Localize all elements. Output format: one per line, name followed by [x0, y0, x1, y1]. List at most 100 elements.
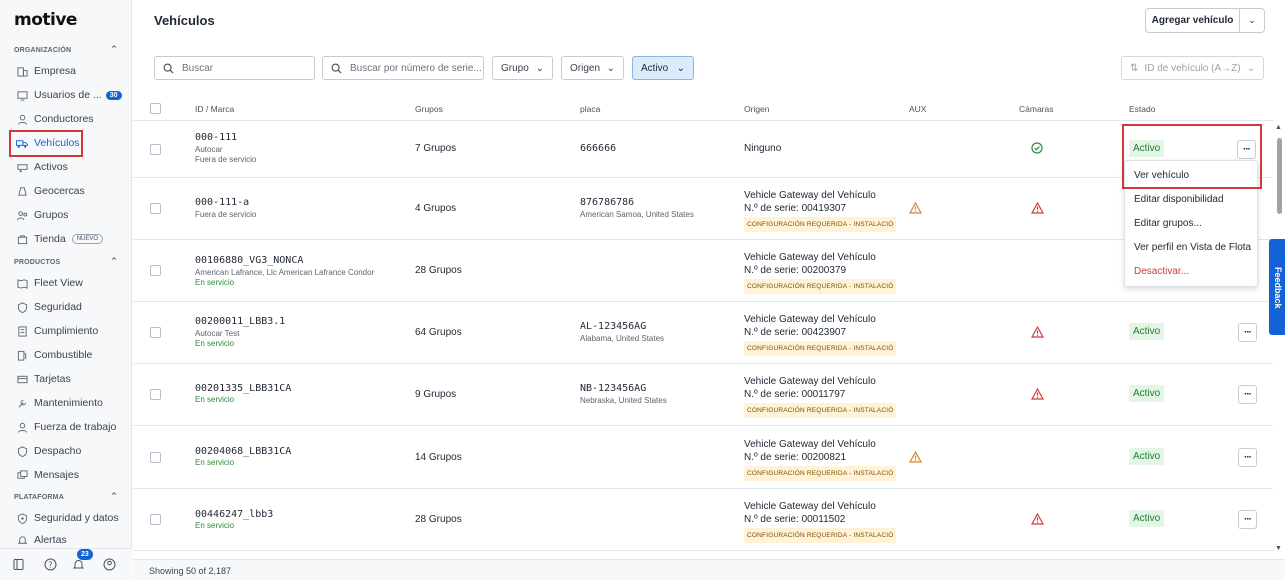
chevron-down-icon: ⌄: [1246, 62, 1255, 74]
scroll-thumb[interactable]: [1277, 138, 1282, 214]
menu-item-deactivate[interactable]: Desactivar...: [1134, 266, 1189, 277]
more-actions-button[interactable]: ···: [1238, 323, 1257, 342]
row-checkbox[interactable]: [150, 389, 161, 400]
menu-item-edit-groups[interactable]: Editar grupos...: [1134, 218, 1202, 229]
sidebar-item-mantenimiento[interactable]: Mantenimiento: [16, 394, 126, 412]
sidebar-item-geocercas[interactable]: Geocercas: [16, 182, 126, 200]
table-row[interactable]: 000-111 Autocar Fuera de servicio 7 Grup…: [133, 122, 1273, 178]
help-icon[interactable]: ?: [44, 558, 58, 572]
column-header-aux[interactable]: AUX: [909, 104, 926, 114]
user-circle-icon[interactable]: [103, 558, 117, 572]
book-icon[interactable]: [12, 558, 26, 572]
vehicle-id-cell: 000-111 Autocar Fuera de servicio: [195, 132, 256, 164]
sidebar-item-conductores[interactable]: Conductores: [16, 110, 126, 128]
sort-label: ID de vehículo (A→Z): [1144, 62, 1241, 74]
sidebar-item-activos[interactable]: Activos: [16, 158, 126, 176]
sidebar-item-label: Cumplimiento: [34, 325, 99, 337]
more-actions-button[interactable]: ···: [1238, 385, 1257, 404]
search-input[interactable]: [182, 62, 314, 74]
row-checkbox[interactable]: [150, 452, 161, 463]
more-actions-button[interactable]: ···: [1238, 448, 1257, 467]
more-actions-button[interactable]: ···: [1238, 510, 1257, 529]
sidebar-item-tienda[interactable]: Tienda NUEVO: [16, 230, 126, 248]
bell-icon[interactable]: [72, 558, 86, 572]
section-header-org[interactable]: ORGANIZACIÓN ⌃: [14, 44, 118, 55]
service-status: En servicio: [195, 458, 235, 467]
section-header-platform[interactable]: PLATAFORMA ⌃: [14, 491, 118, 502]
origin-cell: Vehicle Gateway del Vehículo N.º de seri…: [744, 251, 897, 294]
row-checkbox[interactable]: [150, 514, 161, 525]
plate-cell: AL-123456AG Alabama, United States: [580, 321, 664, 343]
column-header-origin[interactable]: Origen: [744, 104, 770, 114]
feedback-tab[interactable]: Feedback: [1269, 239, 1285, 335]
add-vehicle-button[interactable]: Agregar vehículo: [1146, 9, 1240, 32]
sidebar-item-fuerza-trabajo[interactable]: Fuerza de trabajo: [16, 418, 126, 436]
table-row[interactable]: 00204068_LBB31CA En servicio 14 Grupos V…: [133, 426, 1273, 489]
menu-item-edit-availability[interactable]: Editar disponibilidad: [1134, 194, 1224, 205]
sidebar-item-seguridad[interactable]: Seguridad: [16, 298, 126, 316]
menu-item-fleet-view-profile[interactable]: Ver perfil en Vista de Flota: [1134, 242, 1251, 253]
column-header-plate[interactable]: placa: [580, 104, 600, 114]
column-header-status[interactable]: Estado: [1129, 104, 1155, 114]
chevron-up-icon[interactable]: ⌃: [110, 491, 118, 502]
scroll-down-icon[interactable]: ▼: [1275, 545, 1282, 552]
scroll-up-icon[interactable]: ▲: [1275, 124, 1282, 131]
sidebar-item-cumplimiento[interactable]: Cumplimiento: [16, 322, 126, 340]
groups-icon: [16, 209, 28, 221]
row-checkbox[interactable]: [150, 144, 161, 155]
sidebar-item-label: Geocercas: [34, 185, 85, 197]
row-checkbox[interactable]: [150, 203, 161, 214]
table-row[interactable]: 00106880_VG3_NONCA American Lafrance, Ll…: [133, 240, 1273, 302]
chevron-down-icon: ⌄: [535, 62, 544, 74]
motive-logo[interactable]: motive: [14, 10, 77, 30]
vehicle-id[interactable]: 00204068_LBB31CA: [195, 446, 291, 457]
serial-number: N.º de serie: 00200379: [744, 265, 847, 276]
chevron-down-icon[interactable]: ⌄: [1240, 15, 1264, 26]
serial-search-input[interactable]: [350, 62, 483, 74]
section-header-products[interactable]: PRODUCTOS ⌃: [14, 256, 118, 267]
sidebar-item-alertas[interactable]: Alertas: [16, 533, 126, 547]
sort-select[interactable]: ⇅ ID de vehículo (A→Z) ⌄: [1121, 56, 1264, 80]
column-header-id[interactable]: ID / Marca: [195, 104, 234, 114]
sidebar-item-mensajes[interactable]: Mensajes: [16, 466, 126, 484]
search-box: [154, 56, 315, 80]
sidebar-item-seguridad-datos[interactable]: Seguridad y datos: [16, 509, 126, 527]
sidebar-item-empresa[interactable]: Empresa: [16, 62, 126, 80]
row-checkbox[interactable]: [150, 265, 161, 276]
chevron-up-icon[interactable]: ⌃: [110, 256, 118, 267]
vehicle-id[interactable]: 00106880_VG3_NONCA: [195, 255, 374, 266]
sidebar-item-despacho[interactable]: Despacho: [16, 442, 126, 460]
sidebar-item-usuarios[interactable]: Usuarios de ... 30: [16, 86, 126, 104]
vehicle-id[interactable]: 00446247_lbb3: [195, 509, 273, 520]
origin-cell: Ninguno: [744, 143, 782, 154]
sidebar-item-grupos[interactable]: Grupos: [16, 206, 126, 224]
column-header-cameras[interactable]: Cámaras: [1019, 104, 1053, 114]
serial-search-box: [322, 56, 484, 80]
sidebar-item-tarjetas[interactable]: Tarjetas: [16, 370, 126, 388]
vertical-scrollbar[interactable]: ▲ ▼: [1275, 124, 1283, 552]
group-filter-label: Grupo: [501, 62, 529, 74]
vehicle-id[interactable]: 00200011_LBB3.1: [195, 316, 285, 327]
origin-filter[interactable]: Origen ⌄: [561, 56, 624, 80]
sidebar-item-fleet-view[interactable]: Fleet View: [16, 274, 126, 292]
vehicle-id[interactable]: 00201335_LBB31CA: [195, 383, 291, 394]
sidebar-item-combustible[interactable]: Combustible: [16, 346, 126, 364]
origin-name: Vehicle Gateway del Vehículo: [744, 314, 876, 325]
vehicle-id[interactable]: 000-111-a: [195, 197, 256, 208]
vehicle-id[interactable]: 000-111: [195, 132, 256, 143]
table-row[interactable]: 00200011_LBB3.1 Autocar Test En servicio…: [133, 302, 1273, 364]
table-row[interactable]: 000-111-a Fuera de servicio 4 Grupos 876…: [133, 178, 1273, 240]
column-header-groups[interactable]: Grupos: [415, 104, 443, 114]
table-row[interactable]: 00201335_LBB31CA En servicio 9 Grupos NB…: [133, 364, 1273, 426]
status-filter[interactable]: Activo ⌄: [632, 56, 694, 80]
store-icon: [16, 233, 28, 245]
row-checkbox[interactable]: [150, 327, 161, 338]
chevron-up-icon[interactable]: ⌃: [110, 44, 118, 55]
sidebar-item-label: Tarjetas: [34, 373, 71, 385]
table-row[interactable]: 00446247_lbb3 En servicio 28 Grupos Vehi…: [133, 489, 1273, 551]
plate-cell: 666666: [580, 143, 617, 154]
sidebar-item-label: Usuarios de ...: [34, 89, 102, 101]
group-filter[interactable]: Grupo ⌄: [492, 56, 553, 80]
select-all-checkbox[interactable]: [150, 103, 161, 114]
status-badge: Activo: [1129, 323, 1165, 340]
